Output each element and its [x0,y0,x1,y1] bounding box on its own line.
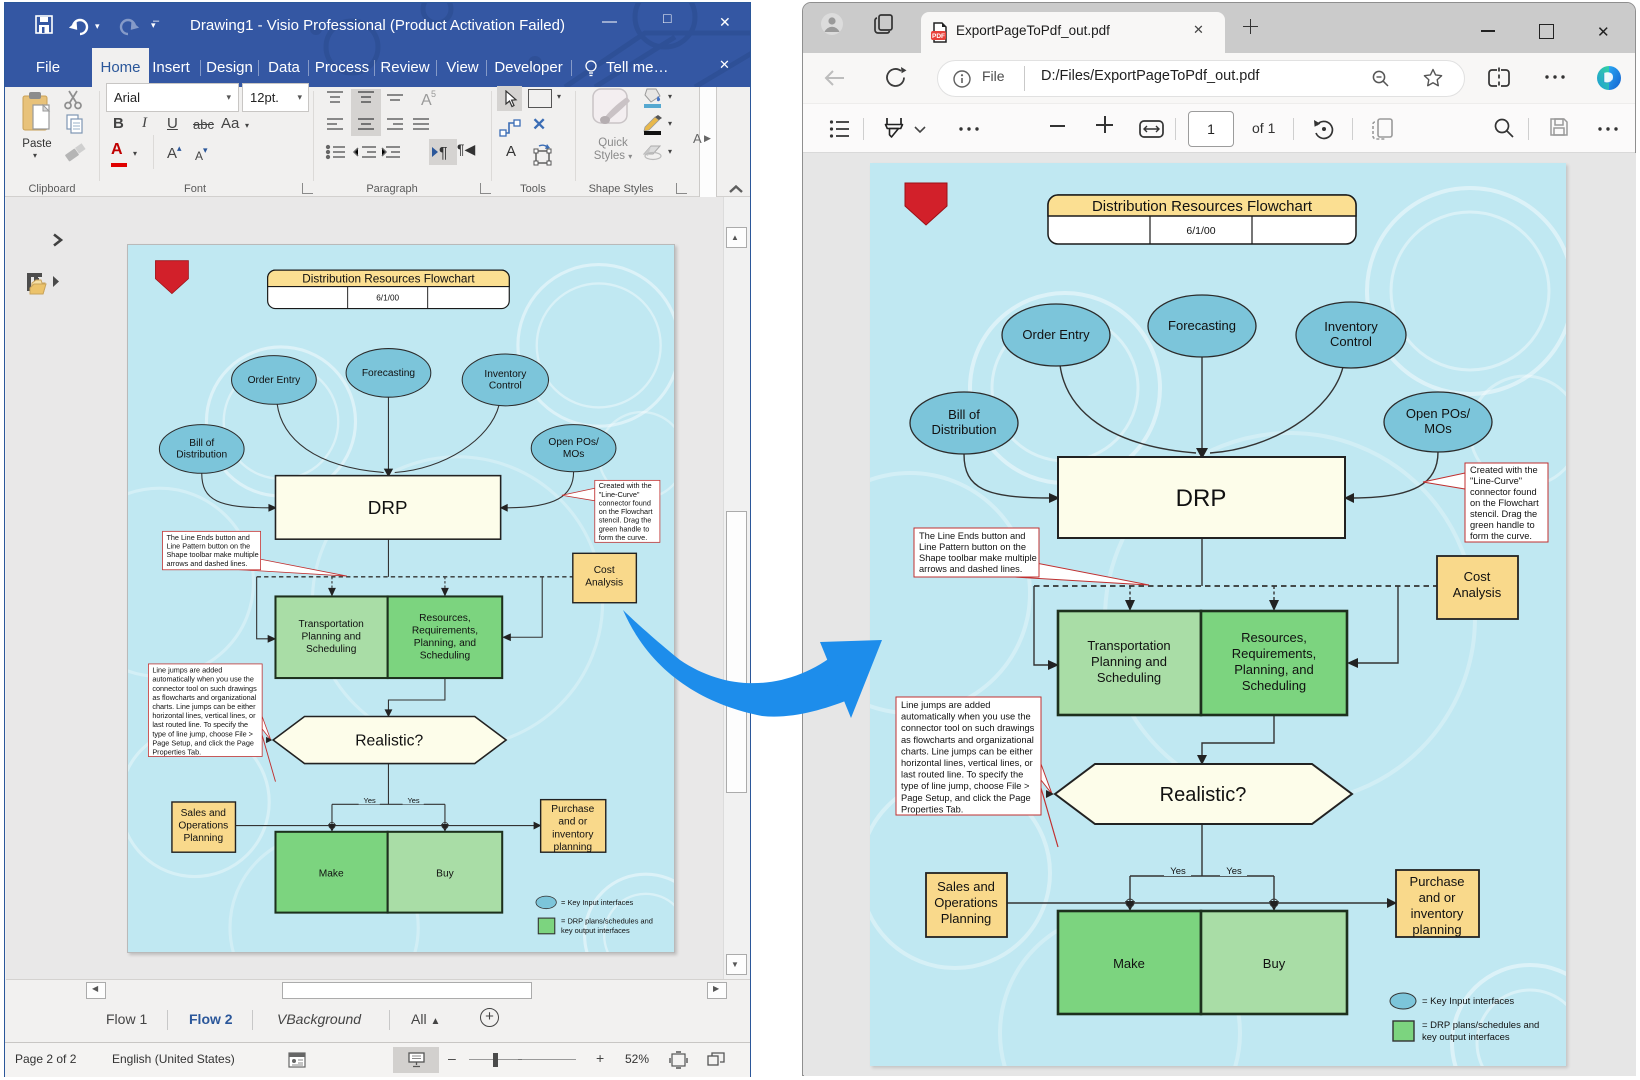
svg-text:¶: ¶ [439,145,448,162]
svg-text:PDF: PDF [932,33,945,40]
svg-text:5: 5 [431,89,436,99]
